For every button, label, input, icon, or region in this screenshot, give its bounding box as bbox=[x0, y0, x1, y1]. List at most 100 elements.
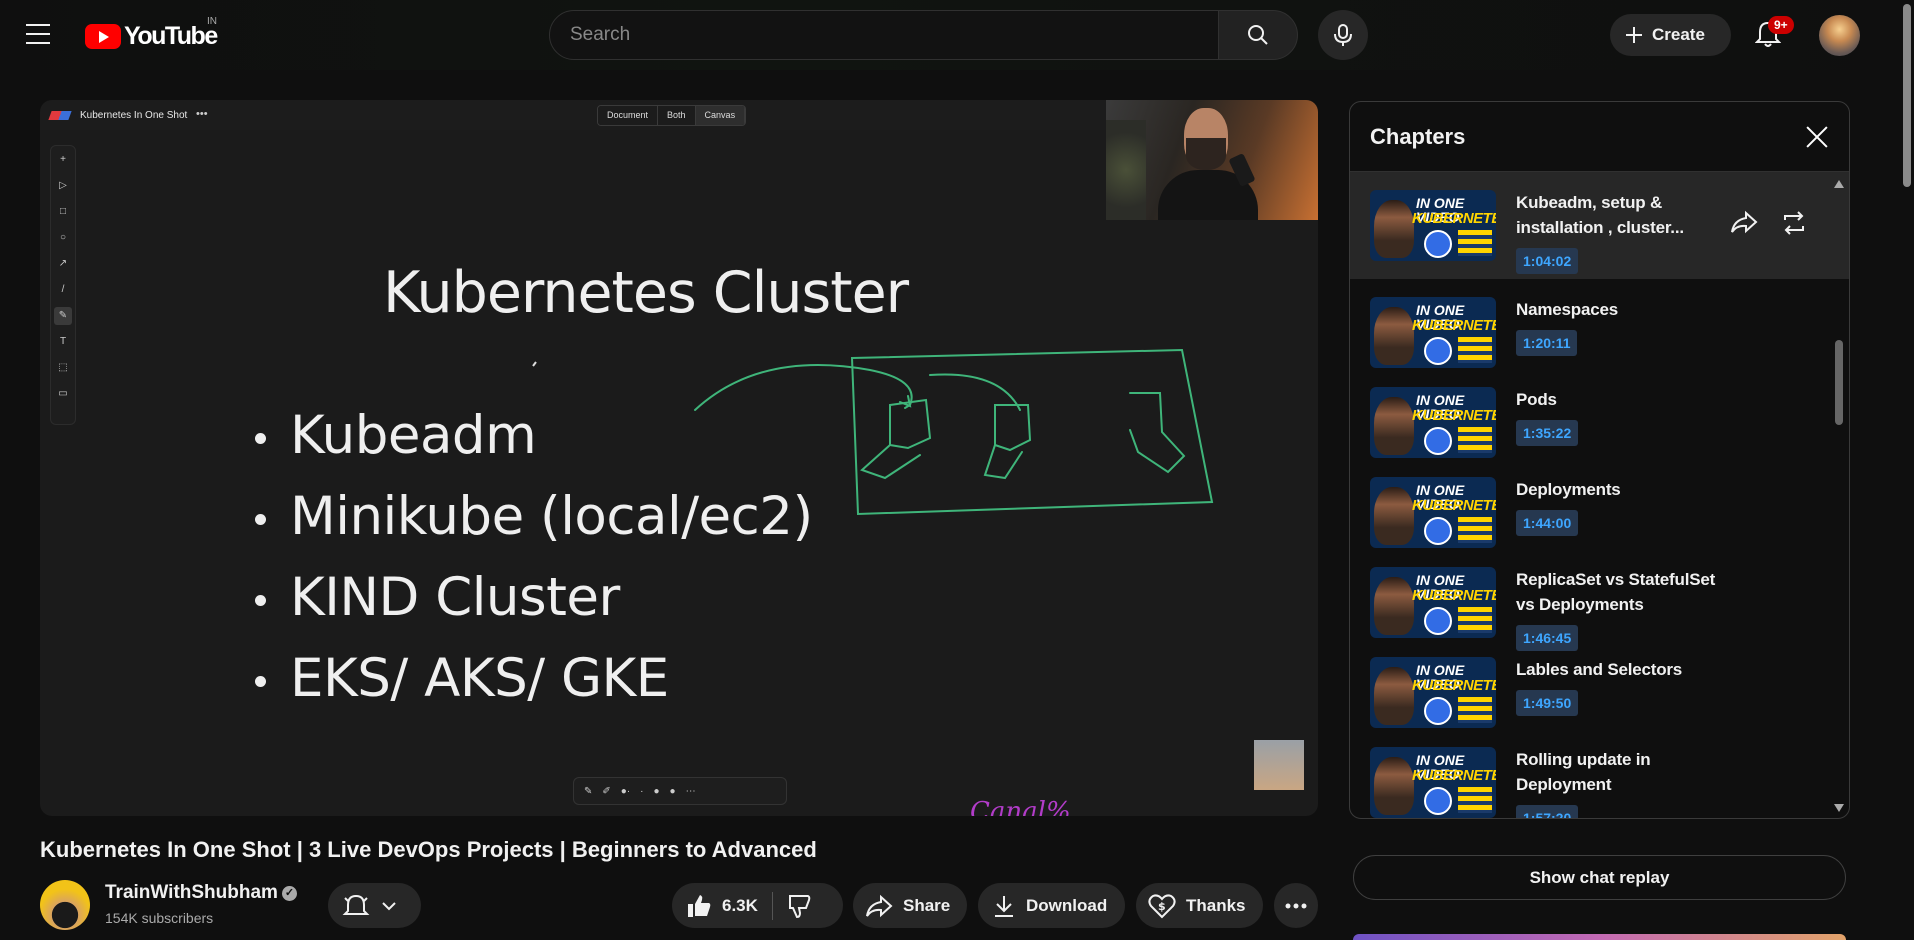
thanks-heart-dollar-icon: $ bbox=[1148, 893, 1176, 918]
large-dot-icon: ● bbox=[669, 785, 676, 797]
thumbnail-text-2: KUBERNETES bbox=[1412, 317, 1496, 334]
channel-name[interactable]: TrainWithShubham bbox=[105, 882, 278, 904]
chapter-item[interactable]: IN ONE VIDEO KUBERNETES Deployments 1:44… bbox=[1350, 459, 1849, 549]
page-scrollbar[interactable] bbox=[1900, 0, 1914, 940]
share-icon bbox=[866, 894, 893, 917]
promo-banner bbox=[1353, 934, 1846, 940]
kubernetes-wheel-icon bbox=[1424, 517, 1452, 545]
chapter-thumbnail[interactable]: IN ONE VIDEO KUBERNETES bbox=[1370, 477, 1496, 548]
microphone-icon bbox=[1334, 24, 1352, 46]
thumbnail-presenter bbox=[1374, 307, 1414, 365]
chapter-timestamp[interactable]: 1:49:50 bbox=[1516, 690, 1579, 716]
chapter-item[interactable]: IN ONE VIDEO KUBERNETES Namespaces 1:20:… bbox=[1350, 279, 1849, 369]
chapter-thumbnail[interactable]: IN ONE VIDEO KUBERNETES bbox=[1370, 747, 1496, 818]
svg-text:$: $ bbox=[1158, 900, 1166, 913]
notification-badge: 9+ bbox=[1768, 16, 1794, 34]
chapter-thumbnail[interactable]: IN ONE VIDEO KUBERNETES bbox=[1370, 387, 1496, 458]
participant-avatar bbox=[1254, 740, 1304, 790]
pen-icon: ✎ bbox=[584, 785, 593, 797]
chapters-scrollbar[interactable] bbox=[1833, 180, 1845, 812]
chapter-title[interactable]: Rolling update in Deployment bbox=[1516, 747, 1716, 797]
chapter-actions bbox=[1730, 210, 1808, 236]
youtube-play-icon bbox=[85, 24, 121, 49]
like-icon[interactable] bbox=[686, 893, 712, 919]
chapter-info: Namespaces 1:20:11 bbox=[1516, 297, 1618, 369]
chapter-thumbnail[interactable]: IN ONE VIDEO KUBERNETES bbox=[1370, 297, 1496, 368]
kubernetes-wheel-icon bbox=[1424, 230, 1452, 258]
create-button[interactable]: Create bbox=[1610, 14, 1731, 56]
chapter-info: ReplicaSet vs StatefulSet vs Deployments… bbox=[1516, 567, 1716, 651]
chapter-title[interactable]: Kubeadm, setup & installation , cluster.… bbox=[1516, 190, 1716, 240]
chapter-item[interactable]: IN ONE VIDEO KUBERNETES Kubeadm, setup &… bbox=[1350, 172, 1849, 279]
chapter-timestamp[interactable]: 1:35:22 bbox=[1516, 420, 1579, 446]
chapter-item[interactable]: IN ONE VIDEO KUBERNETES Rolling update i… bbox=[1350, 729, 1849, 818]
close-icon[interactable] bbox=[1805, 125, 1829, 149]
chapter-info: Pods 1:35:22 bbox=[1516, 387, 1579, 459]
chapter-item[interactable]: IN ONE VIDEO KUBERNETES Lables and Selec… bbox=[1350, 639, 1849, 729]
show-chat-replay-button[interactable]: Show chat replay bbox=[1353, 855, 1846, 900]
chapter-item[interactable]: IN ONE VIDEO KUBERNETES ReplicaSet vs St… bbox=[1350, 549, 1849, 651]
download-button[interactable]: Download bbox=[978, 883, 1125, 928]
menu-icon[interactable] bbox=[26, 24, 50, 44]
account-avatar[interactable] bbox=[1819, 15, 1860, 56]
small-dot-icon: · bbox=[640, 785, 644, 797]
country-code: IN bbox=[207, 16, 217, 27]
chapter-timestamp[interactable]: 1:44:00 bbox=[1516, 510, 1579, 536]
chapter-thumbnail[interactable]: IN ONE VIDEO KUBERNETES bbox=[1370, 657, 1496, 728]
page-scrollbar-thumb[interactable] bbox=[1903, 4, 1911, 187]
thumbnail-presenter bbox=[1374, 397, 1414, 455]
chapters-scrollbar-thumb[interactable] bbox=[1835, 340, 1843, 425]
chapter-title[interactable]: Pods bbox=[1516, 387, 1578, 412]
thumbnail-graphic bbox=[1458, 427, 1492, 453]
chapter-timestamp[interactable]: 1:20:11 bbox=[1516, 330, 1578, 356]
chapter-title[interactable]: ReplicaSet vs StatefulSet vs Deployments bbox=[1516, 567, 1716, 617]
thumbnail-presenter bbox=[1374, 577, 1414, 635]
youtube-logo[interactable]: YouTube bbox=[85, 22, 218, 51]
thumbnail-presenter bbox=[1374, 200, 1414, 258]
bell-icon bbox=[342, 894, 370, 915]
kubernetes-wheel-icon bbox=[1424, 427, 1452, 455]
kubernetes-wheel-icon bbox=[1424, 607, 1452, 635]
subscription-bell-button[interactable] bbox=[328, 883, 421, 928]
thumbnail-graphic bbox=[1458, 607, 1492, 633]
webcam-plant bbox=[1106, 120, 1146, 220]
thumbnail-presenter bbox=[1374, 757, 1414, 815]
chapter-title[interactable]: Namespaces bbox=[1516, 297, 1618, 322]
channel-avatar[interactable] bbox=[40, 880, 90, 930]
canvas-pen-toolbar: ✎ ✐ ●· · ● ● ⋯ bbox=[573, 777, 787, 805]
like-count[interactable]: 6.3K bbox=[722, 896, 758, 916]
chapter-title[interactable]: Deployments bbox=[1516, 477, 1621, 502]
scroll-down-arrow-icon[interactable] bbox=[1834, 804, 1844, 812]
repeat-icon[interactable] bbox=[1780, 210, 1808, 236]
dislike-icon[interactable] bbox=[787, 893, 813, 919]
pink-scribble: Canal% bbox=[970, 797, 1071, 816]
thumbnail-text-2: KUBERNETES bbox=[1412, 497, 1496, 514]
plus-icon bbox=[1626, 27, 1642, 43]
chapter-title[interactable]: Lables and Selectors bbox=[1516, 657, 1682, 682]
voice-search-button[interactable] bbox=[1318, 10, 1368, 60]
search-icon bbox=[1248, 25, 1268, 45]
search-input[interactable] bbox=[550, 11, 1218, 59]
chapters-panel: Chapters IN ONE VIDEO KUBERNETES Kubeadm… bbox=[1349, 101, 1850, 819]
chapter-thumbnail[interactable]: IN ONE VIDEO KUBERNETES bbox=[1370, 567, 1496, 638]
search-button[interactable] bbox=[1218, 10, 1298, 60]
scroll-up-arrow-icon[interactable] bbox=[1834, 180, 1844, 188]
thumbnail-text-2: KUBERNETES bbox=[1412, 587, 1496, 604]
chapter-info: Lables and Selectors 1:49:50 bbox=[1516, 657, 1682, 729]
thumbnail-graphic bbox=[1458, 230, 1492, 256]
share-button[interactable]: Share bbox=[853, 883, 967, 928]
more-actions-button[interactable] bbox=[1274, 883, 1318, 928]
share-label: Share bbox=[903, 895, 951, 915]
share-icon[interactable] bbox=[1730, 210, 1758, 236]
chapters-title: Chapters bbox=[1370, 123, 1466, 149]
chapters-header: Chapters bbox=[1350, 102, 1849, 172]
chapter-timestamp[interactable]: 1:57:20 bbox=[1516, 805, 1579, 818]
more-horizontal-icon bbox=[1285, 903, 1307, 908]
chapter-thumbnail[interactable]: IN ONE VIDEO KUBERNETES bbox=[1370, 190, 1496, 261]
thanks-button[interactable]: $ Thanks bbox=[1136, 883, 1263, 928]
chapter-item[interactable]: IN ONE VIDEO KUBERNETES Pods 1:35:22 bbox=[1350, 369, 1849, 459]
video-player[interactable]: Kubernetes In One Shot ••• Document Both… bbox=[40, 100, 1318, 816]
chapter-info: Deployments 1:44:00 bbox=[1516, 477, 1621, 549]
like-separator bbox=[771, 891, 773, 920]
chapter-timestamp[interactable]: 1:04:02 bbox=[1516, 248, 1579, 274]
